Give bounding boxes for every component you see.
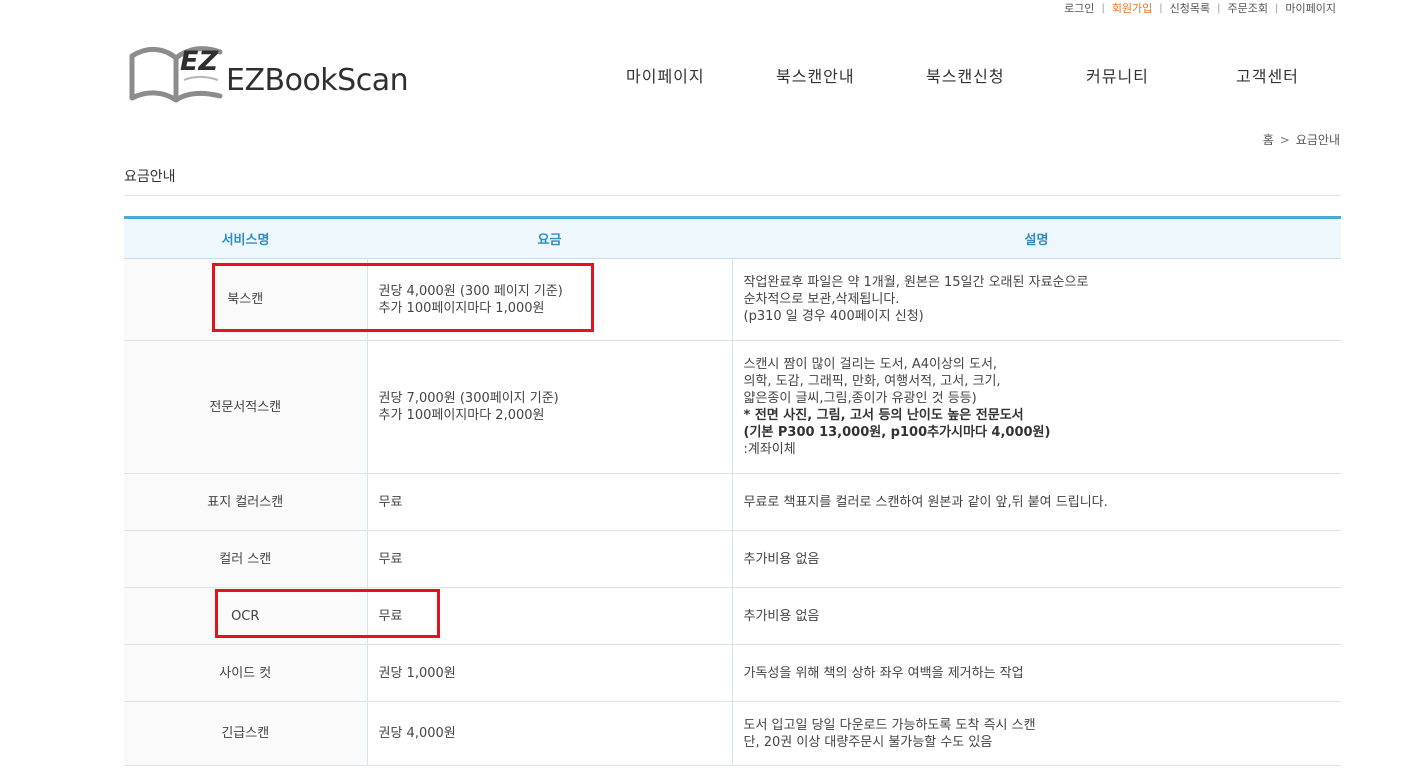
breadcrumb: 홈 > 요금안내 (1263, 131, 1340, 148)
description-line: (p310 일 경우 400페이지 신청) (743, 309, 924, 324)
fee-line: 무료 (378, 551, 403, 567)
table-row: 북스캔 권당 4,000원 (300 페이지 기준) 추가 100페이지마다 1… (124, 258, 1341, 341)
column-header-description: 설명 (732, 217, 1341, 259)
service-name: OCR (124, 587, 368, 645)
fee-line: 추가 100페이지마다 1,000원 (378, 300, 545, 316)
signup-link[interactable]: 회원가입 (1112, 0, 1152, 16)
mypage-link[interactable]: 마이페이지 (1285, 0, 1336, 16)
main-nav: 마이페이지 북스캔안내 북스캔신청 커뮤니티 고객센터 (0, 63, 1412, 89)
service-name: 긴급스캔 (124, 701, 368, 766)
description-line: 추가비용 없음 (743, 551, 820, 567)
description-line: 가독성을 위해 책의 상하 좌우 여백을 제거하는 작업 (743, 665, 1024, 681)
service-description: 가독성을 위해 책의 상하 좌우 여백을 제거하는 작업 (732, 644, 1341, 702)
description-line: 도서 입고일 당일 다운로드 가능하도록 도착 즉시 스캔 (743, 717, 1036, 733)
service-description: 무료로 책표지를 컬러로 스캔하여 원본과 같이 앞,뒤 붙여 드립니다. (732, 473, 1341, 531)
description-line-bold: (기본 P300 13,000원, p100추가시마다 4,000원) (743, 425, 1051, 440)
description-line: 추가비용 없음 (743, 608, 820, 624)
service-description: 스캔시 짬이 많이 걸리는 도서, A4이상의 도서, 의학, 도감, 그래픽,… (732, 340, 1341, 474)
util-nav-separator: | (1159, 2, 1163, 14)
description-line-bold: * 전면 사진, 그림, 고서 등의 난이도 높은 전문도서 (743, 408, 1024, 423)
service-fee: 무료 (367, 530, 733, 588)
page-title: 요금안내 (124, 169, 176, 185)
service-fee: 권당 7,000원 (300페이지 기준) 추가 100페이지마다 2,000원 (367, 340, 733, 474)
nav-item-customer-center[interactable]: 고객센터 (1236, 63, 1299, 87)
description-line: 순차적으로 보관,삭제됩니다. (743, 292, 900, 307)
column-header-service: 서비스명 (124, 217, 367, 259)
fee-line: 권당 1,000원 (378, 665, 456, 681)
column-header-fee: 요금 (367, 217, 732, 259)
service-name: 표지 컬러스캔 (124, 473, 368, 531)
service-fee: 무료 (367, 473, 733, 531)
table-row: 컬러 스캔 무료 추가비용 없음 (124, 530, 1341, 588)
service-description: 작업완료후 파일은 약 1개월, 원본은 15일간 오래된 자료순으로 순차적으… (732, 258, 1341, 341)
nav-item-community[interactable]: 커뮤니티 (1086, 63, 1149, 87)
service-name: 전문서적스캔 (124, 340, 368, 474)
application-list-link[interactable]: 신청목록 (1170, 0, 1210, 16)
pricing-table: 서비스명 요금 설명 북스캔 권당 4,000원 (300 페이지 기준) 추가… (124, 216, 1341, 766)
table-row: 긴급스캔 권당 4,000원 도서 입고일 당일 다운로드 가능하도록 도착 즉… (124, 701, 1341, 766)
service-description: 도서 입고일 당일 다운로드 가능하도록 도착 즉시 스캔 단, 20권 이상 … (732, 701, 1341, 766)
chevron-right-icon: > (1279, 132, 1290, 147)
nav-item-mypage[interactable]: 마이페이지 (626, 63, 705, 87)
order-lookup-link[interactable]: 주문조회 (1228, 0, 1268, 16)
service-name: 컬러 스캔 (124, 530, 368, 588)
breadcrumb-current: 요금안내 (1295, 133, 1340, 147)
table-row: 표지 컬러스캔 무료 무료로 책표지를 컬러로 스캔하여 원본과 같이 앞,뒤 … (124, 473, 1341, 531)
service-fee: 권당 4,000원 (300 페이지 기준) 추가 100페이지마다 1,000… (367, 258, 733, 341)
description-line: :계좌이체 (743, 442, 796, 457)
description-line: 의학, 도감, 그래픽, 만화, 여행서적, 고서, 크기, (743, 374, 1001, 389)
fee-line: 권당 4,000원 (378, 726, 456, 741)
service-description: 추가비용 없음 (732, 530, 1341, 588)
fee-line: 추가 100페이지마다 2,000원 (378, 408, 545, 423)
util-nav-separator: | (1275, 2, 1279, 14)
fee-line: 권당 4,000원 (300 페이지 기준) (378, 283, 563, 299)
util-nav-separator: | (1217, 2, 1221, 14)
service-name: 북스캔 (124, 258, 368, 341)
service-fee: 무료 (367, 587, 733, 645)
table-row: 사이드 컷 권당 1,000원 가독성을 위해 책의 상하 좌우 여백을 제거하… (124, 644, 1341, 702)
description-line: 작업완료후 파일은 약 1개월, 원본은 15일간 오래된 자료순으로 (743, 275, 1089, 290)
utility-nav: 로그인 | 회원가입 | 신청목록 | 주문조회 | 마이페이지 (1064, 0, 1336, 16)
description-line: 단, 20권 이상 대량주문시 불가능할 수도 있음 (743, 734, 993, 750)
description-line: 얇은종이 글씨,그림,종이가 유광인 것 등등) (743, 391, 977, 406)
breadcrumb-home[interactable]: 홈 (1263, 131, 1274, 148)
fee-line: 권당 7,000원 (300페이지 기준) (378, 391, 559, 406)
table-header-row: 서비스명 요금 설명 (124, 217, 1341, 259)
description-line: 무료로 책표지를 컬러로 스캔하여 원본과 같이 앞,뒤 붙여 드립니다. (743, 494, 1108, 510)
table-row: 전문서적스캔 권당 7,000원 (300페이지 기준) 추가 100페이지마다… (124, 340, 1341, 474)
service-fee: 권당 4,000원 (367, 701, 733, 766)
table-row: OCR 무료 추가비용 없음 (124, 587, 1341, 645)
util-nav-separator: | (1101, 2, 1105, 14)
service-description: 추가비용 없음 (732, 587, 1341, 645)
fee-line: 무료 (378, 494, 403, 510)
login-link[interactable]: 로그인 (1064, 0, 1094, 16)
nav-item-bookscan-apply[interactable]: 북스캔신청 (926, 63, 1005, 87)
service-fee: 권당 1,000원 (367, 644, 733, 702)
fee-line: 무료 (378, 608, 403, 624)
divider (124, 195, 1341, 196)
description-line: 스캔시 짬이 많이 걸리는 도서, A4이상의 도서, (743, 357, 998, 372)
service-name: 사이드 컷 (124, 644, 368, 702)
nav-item-bookscan-guide[interactable]: 북스캔안내 (776, 63, 855, 87)
